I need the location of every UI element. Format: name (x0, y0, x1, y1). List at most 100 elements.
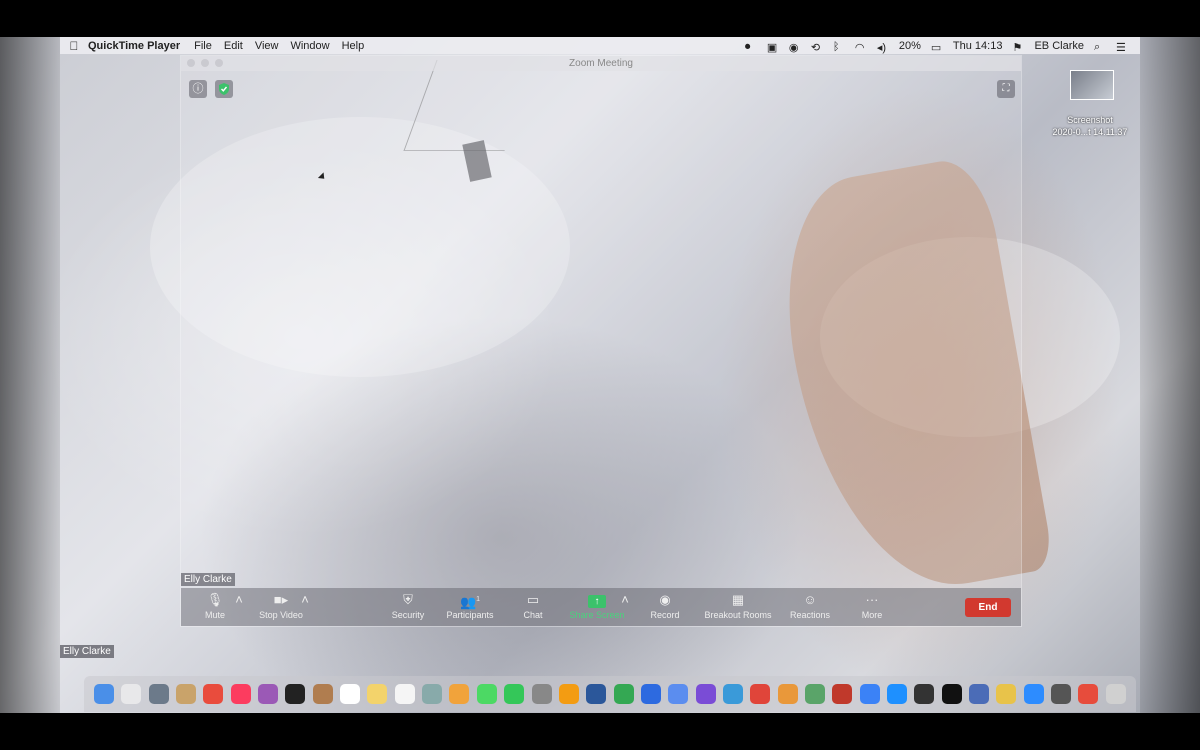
dock-scripts-icon[interactable] (531, 684, 552, 704)
menu-app-name[interactable]: QuickTime Player (88, 40, 180, 52)
search-icon[interactable]: ⌕ (1094, 41, 1106, 53)
status-area: ⏺ ▣ ◉ ⟲ ᛒ ◠ ◂) 20% ▭ Thu 14:13 ⚑ EB Clar… (745, 40, 1140, 54)
dock-pages-icon[interactable] (558, 684, 579, 704)
share-screen-button[interactable]: ↑ Share Screen (567, 592, 627, 620)
zoom-title-bar: Zoom Meeting (181, 56, 1021, 71)
breakout-rooms-label: Breakout Rooms (704, 610, 772, 620)
window-controls (187, 59, 223, 67)
dock-trash-icon[interactable] (1105, 684, 1126, 704)
more-label: More (861, 610, 883, 620)
dock-messages-icon[interactable] (476, 684, 497, 704)
dock-lamp-icon[interactable] (722, 684, 743, 704)
dock-maps-icon[interactable] (804, 684, 825, 704)
dock-safari2-icon[interactable] (859, 684, 880, 704)
menu-window[interactable]: Window (290, 40, 329, 52)
dock-numbers-icon[interactable] (613, 684, 634, 704)
clock[interactable]: Thu 14:13 (953, 40, 1003, 52)
fullscreen-icon[interactable]: ⛶ (997, 80, 1015, 98)
dock-news-icon[interactable] (750, 684, 771, 704)
encryption-shield-icon[interactable] (215, 80, 233, 98)
menu-view[interactable]: View (255, 40, 279, 52)
time-machine-icon[interactable]: ⟲ (811, 41, 823, 54)
mute-button[interactable]: 🎙 Mute (197, 592, 233, 620)
dock-chrome-icon[interactable] (203, 684, 224, 704)
record-icon[interactable]: ⏺ (745, 41, 757, 53)
dock-music-icon[interactable] (230, 684, 251, 704)
user-name[interactable]: EB Clarke (1034, 40, 1084, 52)
apple-icon[interactable]:  (60, 39, 88, 53)
security-button[interactable]: ⛨ Security (387, 592, 429, 620)
dock-notes2-icon[interactable] (996, 684, 1017, 704)
dock-vinyl-icon[interactable] (941, 684, 962, 704)
maximize-button[interactable] (215, 59, 223, 67)
dock-photo-booth-icon[interactable] (832, 684, 853, 704)
share-screen-label: Share Screen (569, 610, 625, 620)
dock-keynote-icon[interactable] (640, 684, 661, 704)
dock-app-store-icon[interactable] (886, 684, 907, 704)
dock-alfred-icon[interactable] (1051, 684, 1072, 704)
dock-notes-icon[interactable] (176, 684, 197, 704)
meeting-toolbar: 🎙 Mute ˄ ■▸ Stop Video ˄ ⛨ Security 👥1 P… (181, 588, 1021, 626)
record-label: Record (650, 610, 680, 620)
mute-label: Mute (204, 610, 225, 620)
dock-launchpad-icon[interactable] (148, 684, 169, 704)
dock-safari-icon[interactable] (121, 684, 142, 704)
dock-finder2-icon[interactable] (668, 684, 689, 704)
end-meeting-button[interactable]: End (965, 598, 1011, 617)
bluetooth-icon[interactable]: ᛒ (833, 41, 845, 53)
wifi-icon[interactable]: ◠ (855, 41, 867, 54)
chevron-up-icon: ˄ (301, 592, 309, 607)
menu-file[interactable]: File (194, 40, 212, 52)
flag-icon[interactable]: ⚑ (1012, 41, 1024, 54)
dock-podcasts-icon[interactable] (258, 684, 279, 704)
dock-stickies-icon[interactable] (367, 684, 388, 704)
dock-earth-icon[interactable] (969, 684, 989, 704)
dock-contacts-icon[interactable] (312, 684, 333, 704)
dock-photos-preview-icon[interactable] (422, 684, 443, 704)
info-icon[interactable]: ⓘ (189, 80, 207, 98)
screenshot-file-label[interactable]: Screenshot 2020-0...t 14.11.37 (1040, 114, 1140, 138)
menu-edit[interactable]: Edit (224, 40, 243, 52)
participants-count: 1 (476, 596, 481, 603)
screen-edge-shadow (1140, 37, 1200, 713)
video-options-chevron[interactable]: ˄ (299, 592, 311, 610)
dock-obs-icon[interactable] (914, 684, 935, 704)
share-screen-icon: ↑ (567, 592, 627, 608)
dock-finder-icon[interactable] (94, 684, 114, 704)
participants-button[interactable]: 👥1 Participants (443, 592, 497, 620)
battery-icon[interactable]: ▭ (931, 41, 943, 54)
list-icon[interactable]: ☰ (1116, 41, 1128, 54)
file-label-line2: 2020-0...t 14.11.37 (1052, 127, 1128, 137)
dock-reminders-icon[interactable] (394, 684, 415, 704)
screen-icon[interactable]: ▣ (767, 41, 779, 54)
chevron-up-icon: ˄ (235, 592, 243, 607)
minimize-button[interactable] (201, 59, 209, 67)
dock-facetime-icon[interactable] (504, 684, 525, 704)
dock-calendar-icon[interactable] (340, 684, 361, 704)
zoom-status-icon[interactable]: ◉ (789, 41, 801, 54)
audio-options-chevron[interactable]: ˄ (233, 592, 245, 610)
stop-video-label: Stop Video (259, 610, 303, 620)
breakout-rooms-button[interactable]: ▦ Breakout Rooms (701, 592, 775, 620)
dock-word-icon[interactable] (586, 684, 607, 704)
screenshot-file-thumbnail[interactable] (1070, 70, 1114, 100)
close-button[interactable] (187, 59, 195, 67)
dock-books-icon[interactable] (777, 684, 798, 704)
volume-icon[interactable]: ◂) (877, 41, 889, 54)
chat-button[interactable]: ▭ Chat (519, 592, 547, 620)
grid-icon: ▦ (731, 592, 745, 607)
dock-tv-icon[interactable] (285, 684, 306, 704)
reactions-button[interactable]: ☺ Reactions (787, 592, 833, 620)
participants-label: Participants (446, 610, 494, 620)
share-options-chevron[interactable]: ˄ (619, 592, 631, 610)
file-label-line1: Screenshot (1067, 115, 1113, 125)
record-button[interactable]: ◉ Record (647, 592, 683, 620)
dock-zoom-icon[interactable] (1023, 684, 1044, 704)
participants-icon: 👥1 (459, 594, 481, 610)
dock-photos-icon[interactable] (449, 684, 470, 704)
more-button[interactable]: ··· More (857, 592, 887, 620)
ellipsis-icon: ··· (865, 592, 879, 607)
dock-star-icon[interactable] (695, 684, 716, 704)
dock-adobe-icon[interactable] (1078, 684, 1099, 704)
menu-help[interactable]: Help (342, 40, 365, 52)
